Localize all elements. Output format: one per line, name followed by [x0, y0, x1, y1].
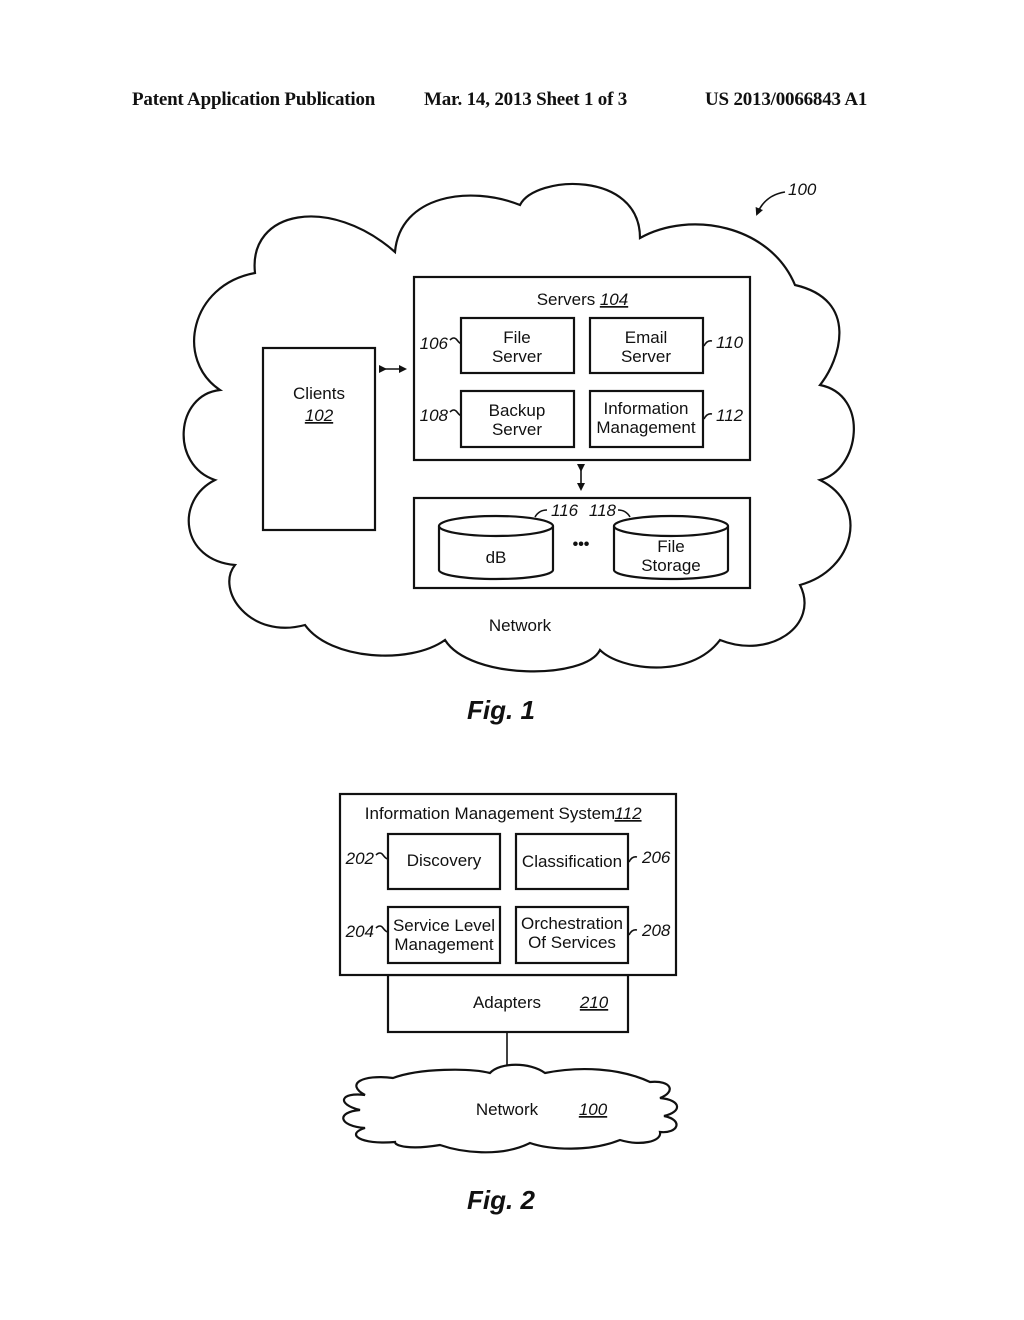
information-management-ref: 112 — [716, 406, 744, 425]
adapters-label: Adapters — [473, 993, 541, 1012]
db-label: dB — [486, 548, 507, 567]
service-level-management-line1: Service Level — [393, 916, 495, 935]
orchestration-line2: Of Services — [528, 933, 616, 952]
fig1-caption: Fig. 1 — [467, 695, 535, 725]
information-management-line2: Management — [596, 418, 696, 437]
file-storage-ref: 118 — [589, 501, 617, 520]
file-server-line2: Server — [492, 347, 542, 366]
backup-server-ref: 108 — [420, 406, 449, 425]
fig2: Adapters 210 Information Management Syst… — [338, 792, 679, 1215]
servers-ref: 104 — [600, 290, 628, 309]
servers-label: Servers — [537, 290, 596, 309]
information-management-line1: Information — [603, 399, 688, 418]
system-ref-arrow — [755, 191, 786, 216]
ims-label: Information Management System — [365, 804, 615, 823]
db-ref: 116 — [551, 501, 579, 520]
classification-label: Classification — [522, 852, 622, 871]
clients-label: Clients — [293, 384, 345, 403]
ims-ref: 112 — [614, 804, 642, 823]
email-server-ref: 110 — [716, 333, 744, 352]
email-server-line2: Server — [621, 347, 671, 366]
classification-ref: 206 — [641, 848, 671, 867]
backup-server-line1: Backup — [489, 401, 546, 420]
clients-ref: 102 — [305, 406, 334, 425]
service-level-management-ref: 204 — [345, 922, 374, 941]
discovery-ref: 202 — [345, 849, 375, 868]
orchestration-line1: Orchestration — [521, 914, 623, 933]
file-server-line1: File — [503, 328, 530, 347]
orchestration-ref: 208 — [641, 921, 671, 940]
fig1: 100 Clients 102 Servers 104 File Server … — [182, 180, 855, 725]
file-storage-cylinder-top — [612, 514, 730, 538]
discovery-label: Discovery — [407, 851, 482, 870]
adapters-ref: 210 — [579, 993, 609, 1012]
fig2-network-label: Network — [476, 1100, 539, 1119]
service-level-management-line2: Management — [394, 935, 494, 954]
email-server-line1: Email — [625, 328, 668, 347]
backup-server-line2: Server — [492, 420, 542, 439]
fig2-caption: Fig. 2 — [467, 1185, 535, 1215]
db-cylinder-top — [437, 514, 555, 538]
file-storage-line1: File — [657, 537, 684, 556]
system-ref-label: 100 — [788, 180, 817, 199]
file-storage-line2: Storage — [641, 556, 701, 575]
patent-drawing-canvas: 100 Clients 102 Servers 104 File Server … — [182, 180, 855, 1215]
network-label: Network — [489, 616, 552, 635]
fig2-network-ref: 100 — [579, 1100, 608, 1119]
file-server-ref: 106 — [420, 334, 449, 353]
clients-box — [261, 346, 377, 532]
storage-ellipsis: ••• — [573, 536, 590, 553]
